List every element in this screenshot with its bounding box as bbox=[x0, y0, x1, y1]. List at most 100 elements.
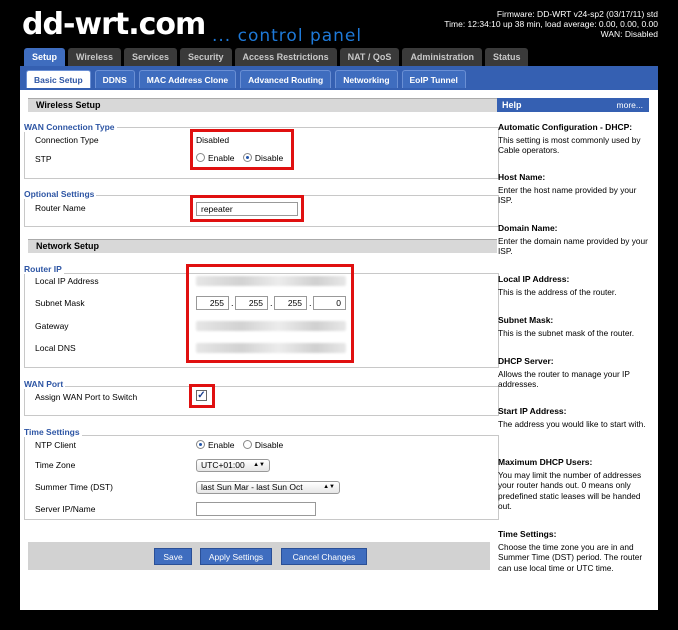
help-more-link[interactable]: more... bbox=[617, 98, 643, 112]
subtab-advanced-routing[interactable]: Advanced Routing bbox=[240, 70, 332, 88]
top-tabs: Setup Wireless Services Security Access … bbox=[24, 48, 529, 67]
ntp-client-label: NTP Client bbox=[35, 440, 76, 450]
help-item-text: This is the subnet mask of the router. bbox=[498, 327, 635, 338]
time-zone-select[interactable]: UTC+01:00 ▲▼ bbox=[196, 459, 270, 472]
help-item-text: This is the address of the router. bbox=[498, 286, 617, 297]
help-item-title: Maximum DHCP Users: bbox=[498, 457, 593, 467]
stp-radio-group: Enable Disable bbox=[196, 153, 289, 163]
subtab-mac-address-clone[interactable]: MAC Address Clone bbox=[138, 70, 237, 88]
gateway-label: Gateway bbox=[35, 321, 69, 331]
legend-wan-port: WAN Port bbox=[22, 379, 66, 389]
help-item: Maximum DHCP Users: You may limit the num… bbox=[498, 457, 650, 512]
time-text: Time: 12:34:10 up 38 min, load average: … bbox=[444, 19, 658, 29]
ip-dot: . bbox=[309, 298, 312, 308]
save-button[interactable]: Save bbox=[154, 548, 192, 565]
wan-status-text: WAN: Disabled bbox=[600, 29, 658, 39]
subtab-basic-setup[interactable]: Basic Setup bbox=[26, 70, 91, 88]
subnet-octet-3[interactable]: 255 bbox=[274, 296, 307, 310]
legend-time-settings: Time Settings bbox=[22, 427, 82, 437]
assign-wan-port-checkbox[interactable]: ✓ bbox=[196, 390, 207, 401]
system-info: Firmware: DD-WRT v24-sp2 (03/17/11) std … bbox=[444, 9, 658, 39]
subtab-eoip-tunnel[interactable]: EoIP Tunnel bbox=[401, 70, 466, 88]
server-ip-label: Server IP/Name bbox=[35, 504, 96, 514]
help-item: Domain Name: Enter the domain name provid… bbox=[498, 223, 650, 257]
subnet-mask-label: Subnet Mask bbox=[35, 298, 85, 308]
sub-tab-bar: Basic Setup DDNS MAC Address Clone Advan… bbox=[20, 66, 658, 90]
summer-time-value: last Sun Mar - last Sun Oct bbox=[201, 482, 303, 492]
tab-setup[interactable]: Setup bbox=[24, 48, 66, 67]
logo: dd-wrt.com bbox=[22, 7, 206, 42]
help-item-title: Time Settings: bbox=[498, 529, 557, 539]
select-arrows-icon: ▲▼ bbox=[253, 462, 265, 468]
ntp-enable-radio[interactable] bbox=[196, 440, 205, 449]
legend-router-ip: Router IP bbox=[22, 264, 64, 274]
help-header: Help more... bbox=[497, 98, 649, 112]
apply-settings-button[interactable]: Apply Settings bbox=[200, 548, 272, 565]
help-item: Subnet Mask: This is the subnet mask of t… bbox=[498, 315, 650, 338]
help-item: Start IP Address: The address you would l… bbox=[498, 406, 650, 429]
stp-disable-label: Disable bbox=[254, 153, 284, 163]
help-item: Local IP Address: This is the address of … bbox=[498, 274, 650, 297]
local-dns-redacted[interactable] bbox=[196, 343, 346, 353]
connection-type-value[interactable]: Disabled bbox=[196, 135, 229, 145]
help-item-title: Host Name: bbox=[498, 172, 546, 182]
local-ip-label: Local IP Address bbox=[35, 276, 99, 286]
assign-wan-port-label: Assign WAN Port to Switch bbox=[35, 392, 138, 402]
subtab-networking[interactable]: Networking bbox=[335, 70, 398, 88]
help-item-title: Automatic Configuration - DHCP: bbox=[498, 122, 633, 132]
router-name-input[interactable]: repeater bbox=[196, 202, 298, 216]
stp-enable-label: Enable bbox=[208, 153, 235, 163]
logo-subtitle: ... control panel bbox=[212, 26, 363, 46]
tab-services[interactable]: Services bbox=[123, 48, 178, 67]
stp-enable-radio[interactable] bbox=[196, 153, 205, 162]
help-item-text: Enter the domain name provided by your I… bbox=[498, 235, 648, 257]
help-item-text: This setting is most commonly used by Ca… bbox=[498, 134, 641, 156]
help-item: Time Settings: Choose the time zone you a… bbox=[498, 529, 650, 573]
help-item-text: You may limit the number of addresses yo… bbox=[498, 469, 642, 512]
ntp-disable-label: Disable bbox=[254, 440, 284, 450]
sub-tabs: Basic Setup DDNS MAC Address Clone Advan… bbox=[26, 70, 466, 88]
ip-dot: . bbox=[270, 298, 273, 308]
stp-disable-radio[interactable] bbox=[242, 153, 252, 162]
time-zone-value: UTC+01:00 bbox=[201, 460, 245, 470]
gateway-redacted[interactable] bbox=[196, 321, 346, 331]
ntp-radio-group: Enable Disable bbox=[196, 440, 289, 450]
subtab-ddns[interactable]: DDNS bbox=[94, 70, 135, 88]
tab-nat-qos[interactable]: NAT / QoS bbox=[339, 48, 400, 67]
legend-wan-connection: WAN Connection Type bbox=[22, 122, 117, 132]
help-item-title: Subnet Mask: bbox=[498, 315, 554, 325]
help-item-title: Domain Name: bbox=[498, 223, 558, 233]
help-item: Automatic Configuration - DHCP: This sett… bbox=[498, 122, 650, 156]
local-ip-redacted[interactable] bbox=[196, 276, 346, 286]
ntp-enable-label: Enable bbox=[208, 440, 235, 450]
subnet-octet-1[interactable]: 255 bbox=[196, 296, 229, 310]
help-title: Help bbox=[502, 100, 522, 110]
summer-time-select[interactable]: last Sun Mar - last Sun Oct ▲▼ bbox=[196, 481, 340, 494]
main-panel: Wireless Setup WAN Connection Type Conne… bbox=[20, 90, 658, 610]
help-item: Host Name: Enter the host name provided b… bbox=[498, 172, 650, 206]
tab-administration[interactable]: Administration bbox=[402, 48, 482, 67]
help-item-title: Local IP Address: bbox=[498, 274, 570, 284]
tab-access-restrictions[interactable]: Access Restrictions bbox=[234, 48, 337, 67]
summer-time-label: Summer Time (DST) bbox=[35, 482, 113, 492]
router-name-label: Router Name bbox=[35, 203, 86, 213]
cancel-changes-button[interactable]: Cancel Changes bbox=[281, 548, 367, 565]
tab-wireless[interactable]: Wireless bbox=[68, 48, 121, 67]
section-wireless-setup: Wireless Setup bbox=[28, 98, 497, 112]
ip-dot: . bbox=[231, 298, 234, 308]
help-item-title: Start IP Address: bbox=[498, 406, 567, 416]
tab-status[interactable]: Status bbox=[484, 48, 529, 67]
button-bar: Save Apply Settings Cancel Changes bbox=[28, 542, 490, 570]
subnet-octet-2[interactable]: 255 bbox=[235, 296, 268, 310]
help-item-title: DHCP Server: bbox=[498, 356, 554, 366]
local-dns-label: Local DNS bbox=[35, 343, 76, 353]
server-ip-input[interactable] bbox=[196, 502, 316, 516]
help-item-text: Choose the time zone you are in and Summ… bbox=[498, 541, 643, 573]
stp-label: STP bbox=[35, 154, 52, 164]
select-arrows-icon: ▲▼ bbox=[323, 484, 335, 490]
subnet-octet-4[interactable]: 0 bbox=[313, 296, 346, 310]
tab-security[interactable]: Security bbox=[180, 48, 232, 67]
help-item-text: Allows the router to manage your IP addr… bbox=[498, 368, 630, 390]
legend-optional-settings: Optional Settings bbox=[22, 189, 97, 199]
ntp-disable-radio[interactable] bbox=[242, 440, 252, 449]
